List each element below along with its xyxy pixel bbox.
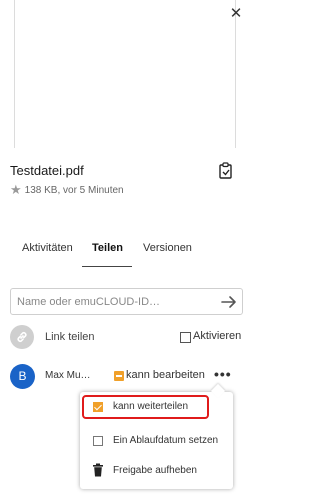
more-icon[interactable]: •••: [214, 366, 232, 382]
trash-icon: [93, 463, 103, 477]
tab-versionen[interactable]: Versionen: [143, 242, 192, 254]
menu-item-unshare-label: Freigabe aufheben: [113, 465, 197, 476]
menu-item-reshare[interactable]: kann weiterteilen: [80, 394, 233, 420]
clipboard-icon[interactable]: [218, 162, 234, 180]
share-search-input[interactable]: [17, 293, 213, 311]
edit-permission-checkbox[interactable]: [114, 371, 124, 381]
share-user-row: B Max Mu… kann bearbeiten •••: [0, 362, 249, 390]
tab-bar: Aktivitäten Teilen Versionen: [0, 238, 249, 268]
active-tab-indicator: [82, 266, 132, 267]
file-meta-text: 138 KB, vor 5 Minuten: [24, 184, 124, 196]
close-icon[interactable]: ✕: [228, 6, 244, 22]
link-icon: [10, 325, 34, 349]
highlight-box: [82, 395, 209, 419]
activate-checkbox[interactable]: [180, 332, 191, 343]
share-search-box: [10, 288, 243, 315]
menu-item-expiration-label: Ein Ablaufdatum setzen: [113, 435, 219, 446]
share-options-menu: kann weiterteilen Ein Ablaufdatum setzen…: [80, 383, 233, 489]
menu-item-unshare[interactable]: Freigabe aufheben: [80, 458, 233, 484]
star-icon[interactable]: ★: [10, 183, 22, 196]
file-meta: ★ 138 KB, vor 5 Minuten: [10, 183, 124, 196]
tab-aktivitaeten[interactable]: Aktivitäten: [22, 242, 73, 254]
file-name: Testdatei.pdf: [10, 163, 84, 178]
avatar: B: [10, 364, 35, 389]
file-preview: [14, 0, 236, 148]
expiration-checkbox[interactable]: [93, 436, 103, 446]
share-user-name: Max Mu…: [45, 370, 91, 381]
arrow-right-icon[interactable]: [219, 292, 239, 312]
menu-item-expiration[interactable]: Ein Ablaufdatum setzen: [80, 428, 233, 454]
activate-label[interactable]: Aktivieren: [193, 330, 241, 342]
edit-permission-label[interactable]: kann bearbeiten: [126, 369, 205, 381]
link-share-label: Link teilen: [45, 331, 95, 343]
link-share-row: Link teilen Aktivieren: [0, 325, 249, 351]
tab-teilen[interactable]: Teilen: [92, 242, 123, 254]
